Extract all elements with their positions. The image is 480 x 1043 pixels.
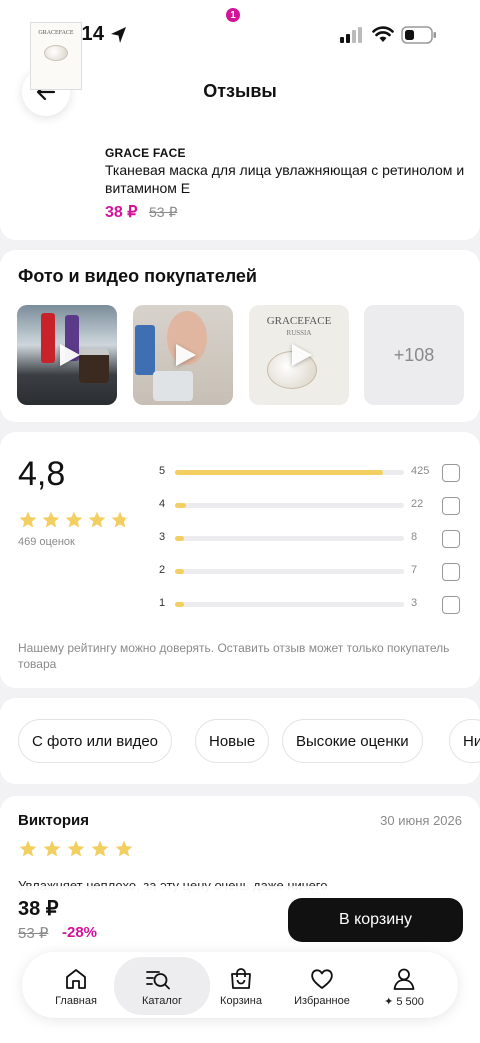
star-icon [91,840,109,857]
profile-icon [393,968,415,990]
play-icon [60,344,80,366]
rating-row-5[interactable]: 5 425 [159,463,464,483]
rating-row-4[interactable]: 4 22 [159,496,464,516]
tab-cart[interactable]: Корзина [197,952,285,1018]
cart-icon [231,968,251,989]
catalog-search-icon [146,971,170,990]
product-image[interactable]: GRACEFACE [30,22,82,90]
filter-checkbox-4[interactable] [442,497,460,515]
star-icon [88,511,106,528]
tab-profile[interactable]: ✦ 5 500 [360,952,448,1018]
thumb-label-country: RUSSIA [286,329,312,337]
heart-icon [311,969,333,989]
filter-chip-high-ratings[interactable]: Высокие оценки [282,719,423,763]
customer-media-title: Фото и видео покупателей [18,266,257,286]
product-image-gel [44,45,68,61]
tab-favorites[interactable]: Избранное [278,952,366,1018]
star-icon [43,840,61,857]
filter-chip-new[interactable]: Новые [195,719,270,763]
wifi-icon [372,26,394,42]
play-icon [292,344,312,366]
star-icon [65,511,83,528]
product-name[interactable]: Тканевая маска для лица увлажняющая с ре… [105,161,465,197]
star-half-icon [111,511,129,528]
tab-bar: Главная Каталог Корзина Избранное ✦ 5 50… [22,952,458,1018]
star-icon [19,840,37,857]
product-old-price: 53 ₽ [149,204,178,220]
star-icon [115,840,133,857]
bottom-discount: -28% [62,924,98,941]
thumb-label-brand: GRACEFACE [266,315,332,327]
review-author: Виктория [18,812,90,829]
star-icon [19,511,37,528]
tab-home[interactable]: Главная [32,952,120,1018]
filter-chip-with-media[interactable]: С фото или видео [18,719,173,763]
rating-trust-note: Нашему рейтингу можно доверять. Оставить… [18,641,450,671]
rating-stars [18,510,130,530]
media-video-thumb-3[interactable]: GRACEFACE RUSSIA [249,305,349,405]
media-video-thumb-1[interactable] [17,305,117,405]
play-icon [176,344,196,366]
rating-row-2[interactable]: 2 7 [159,562,464,582]
filter-checkbox-3[interactable] [442,530,460,548]
rating-count: 469 оценок [18,536,75,548]
location-arrow-icon [111,27,126,43]
star-icon [42,511,60,528]
tab-catalog[interactable]: Каталог [114,952,210,1018]
review-stars [18,839,134,859]
media-more-button[interactable]: +108 [364,305,464,405]
filter-checkbox-1[interactable] [442,596,460,614]
bottom-old-price: 53 ₽ [18,925,49,942]
rating-row-1[interactable]: 1 3 [159,595,464,615]
cart-badge: 1 [224,6,242,24]
home-icon [66,969,86,989]
rating-row-3[interactable]: 3 8 [159,529,464,549]
media-video-thumb-2[interactable] [133,305,233,405]
filter-checkbox-5[interactable] [442,464,460,482]
bottom-price: 38 ₽ [18,898,59,920]
product-brand: GRACE FACE [105,146,186,160]
battery-icon [401,26,436,44]
add-to-cart-button[interactable]: В корзину [288,898,463,942]
review-date: 30 июня 2026 [380,813,462,828]
product-price: 38 ₽ [105,204,138,221]
star-icon [67,840,85,857]
rating-average: 4,8 [18,455,66,493]
product-image-label: GRACEFACE [38,30,74,36]
filter-checkbox-2[interactable] [442,563,460,581]
cellular-signal-icon [340,27,362,43]
